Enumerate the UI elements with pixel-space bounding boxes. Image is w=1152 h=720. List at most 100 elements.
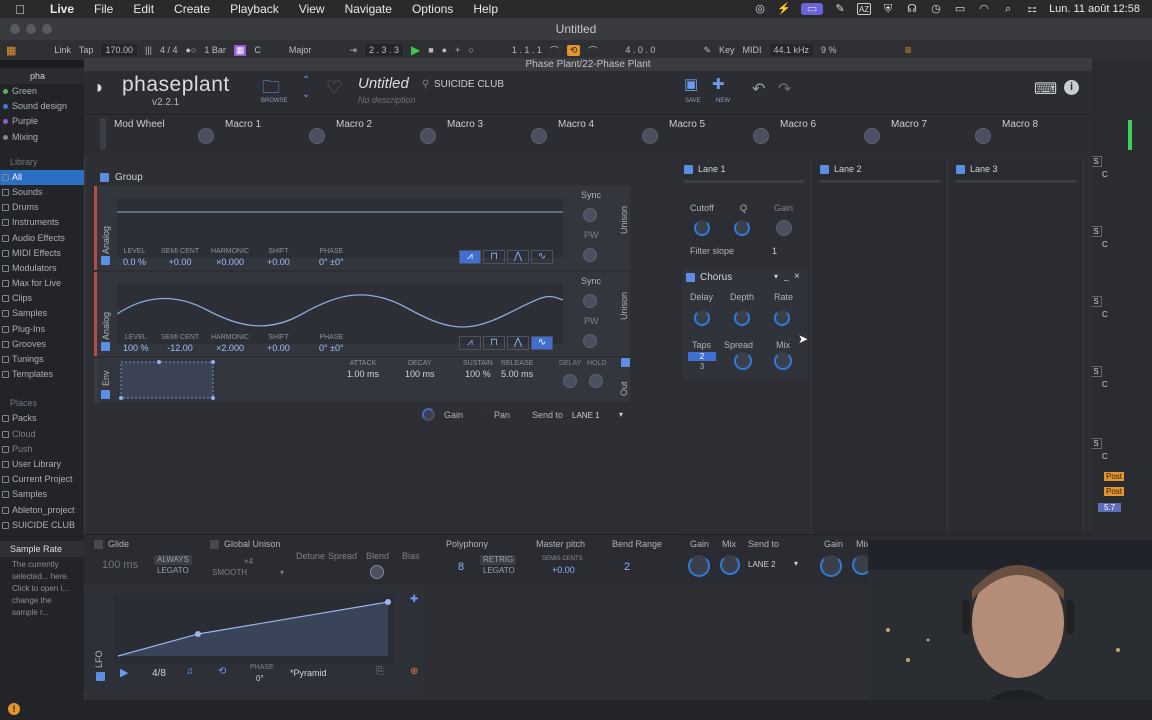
lane-3-label[interactable]: Lane 3 [970,164,998,174]
env-out-label[interactable]: Out [619,381,629,396]
macro-8-knob[interactable] [975,128,991,144]
macro-3-knob[interactable] [420,128,436,144]
library-sounds[interactable]: Sounds [0,185,84,200]
zoom-button[interactable] [42,24,52,34]
square-shape-icon[interactable]: ⊓ [483,336,505,350]
env-release[interactable]: RELEASE 5.00 ms [501,360,533,379]
bolt-icon[interactable]: ⚡ [777,3,791,15]
gen2-shift[interactable]: SHIFT +0.00 [267,334,290,353]
loop-start[interactable]: 1 . 1 . 1 [512,45,542,55]
gen1-level[interactable]: LEVEL 0.0 % [123,248,146,267]
lfo-shape-graph[interactable] [114,594,394,664]
square-shape-icon[interactable]: ⊓ [483,250,505,264]
library-tunings[interactable]: Tunings [0,352,84,367]
menu-app[interactable]: Live [40,2,84,16]
wifi-icon[interactable]: ◠ [977,3,991,15]
crossfade-button[interactable]: C [1102,240,1108,249]
glide-toggle[interactable] [94,540,103,549]
gen1-sync[interactable]: Sync [581,190,601,200]
triangle-shape-icon[interactable]: ⋀ [507,250,529,264]
gen1-pw-knob[interactable] [583,248,597,262]
poly-legato-button[interactable]: LEGATO [480,566,518,576]
global-unison-toggle[interactable] [210,540,219,549]
macro-7[interactable]: Macro 7 [891,119,927,130]
chorus-title[interactable]: Chorus [700,272,732,283]
chorus-rate-knob[interactable] [774,310,790,326]
crossfade-button[interactable]: C [1102,452,1108,461]
env-hold-knob[interactable] [589,374,603,388]
sample-rate[interactable]: 44.1 kHz [769,44,814,56]
save-label[interactable]: SAVE [685,98,701,104]
master-gain-knob[interactable] [688,555,710,577]
chorus-toggle[interactable] [686,273,695,282]
macro-6-knob[interactable] [753,128,769,144]
lane-1-label[interactable]: Lane 1 [698,164,726,174]
lane-2-toggle[interactable] [820,165,829,174]
collection-green[interactable]: Green [0,84,84,99]
place-samples[interactable]: Samples [0,487,84,502]
collection-purple[interactable]: Purple [0,114,84,129]
key-select[interactable]: C [254,45,261,55]
input-source-icon[interactable]: AZ [857,3,872,15]
minimize-button[interactable] [26,24,36,34]
library-samples[interactable]: Samples [0,306,84,321]
master-pitch-value[interactable]: +0.00 [552,565,575,575]
overdub-icon[interactable]: + [455,45,460,55]
chorus-minimize-icon[interactable]: _ [784,272,788,281]
automation-arm-icon[interactable]: ○ [468,45,473,55]
macro-2-knob[interactable] [309,128,325,144]
glide-always-button[interactable]: ALWAYS [154,555,192,565]
gen1-phase[interactable]: PHASE 0° ±0° [319,248,344,267]
favorite-icon[interactable]: ♡ [326,77,342,98]
tap-button[interactable]: Tap [79,45,94,55]
sync-icon[interactable]: ◎ [753,3,767,15]
menu-icon[interactable]: ≡ [905,43,912,57]
menu-navigate[interactable]: Navigate [335,2,402,16]
undo-icon[interactable]: ↶ [752,79,765,99]
lfo-rate[interactable]: 4/8 [152,668,166,679]
gen2-unison[interactable]: Unison [619,292,629,320]
lfo-play-icon[interactable]: ▶ [120,666,128,679]
library-modulators[interactable]: Modulators [0,261,84,276]
place-ableton-project[interactable]: Ableton_project [0,503,84,518]
link-button[interactable]: Link [54,45,71,55]
chorus-mix-knob[interactable] [774,352,792,370]
dropdown-chevron-icon[interactable]: ▾ [619,410,623,419]
menu-options[interactable]: Options [402,2,463,16]
stop-button[interactable]: ■ [428,45,433,55]
loop-switch[interactable]: ⟲ [566,44,581,56]
shield-icon[interactable]: ⛨ [881,3,895,15]
new-icon[interactable]: ✚ [712,75,725,93]
filter-q-knob[interactable] [734,220,750,236]
menu-clock[interactable]: Lun. 11 août 12:58 [1049,3,1140,15]
crossfade-button[interactable]: C [1102,310,1108,319]
library-templates[interactable]: Templates [0,367,84,382]
warning-icon[interactable]: ! [8,703,20,715]
menu-help[interactable]: Help [463,2,508,16]
post-button[interactable]: Post [1104,472,1125,481]
lane-1-toggle[interactable] [684,165,693,174]
chorus-menu-icon[interactable]: ▾ [774,272,778,281]
redo-icon[interactable]: ↷ [778,79,791,99]
loop-length[interactable]: 4 . 0 . 0 [625,45,655,55]
apple-icon[interactable]:  [0,2,40,17]
unison-mode[interactable]: SMOOTH [212,568,247,577]
menu-file[interactable]: File [84,2,123,16]
gen1-harmonic[interactable]: HARMONIC ×0.000 [211,248,249,267]
macro-2[interactable]: Macro 2 [336,119,372,130]
macro-4[interactable]: Macro 4 [558,119,594,130]
gamepad-icon[interactable]: ⌨ [1034,79,1057,99]
send-to-select[interactable]: LANE 1 [572,411,600,420]
glide-legato-button[interactable]: LEGATO [154,566,192,576]
mod-wheel-slider[interactable] [100,118,106,150]
env-delay-knob[interactable] [563,374,577,388]
macro-7-knob[interactable] [864,128,880,144]
gen1-shift[interactable]: SHIFT +0.00 [267,248,290,267]
spotlight-icon[interactable]: ⌕ [1001,3,1015,15]
gen2-sync[interactable]: Sync [581,276,601,286]
tempo-field[interactable]: 170.00 [101,44,137,56]
gen2-sync-knob[interactable] [583,294,597,308]
library-drums[interactable]: Drums [0,200,84,215]
library-audio-effects[interactable]: Audio Effects [0,231,84,246]
midi-map-button[interactable]: MIDI [743,45,762,55]
